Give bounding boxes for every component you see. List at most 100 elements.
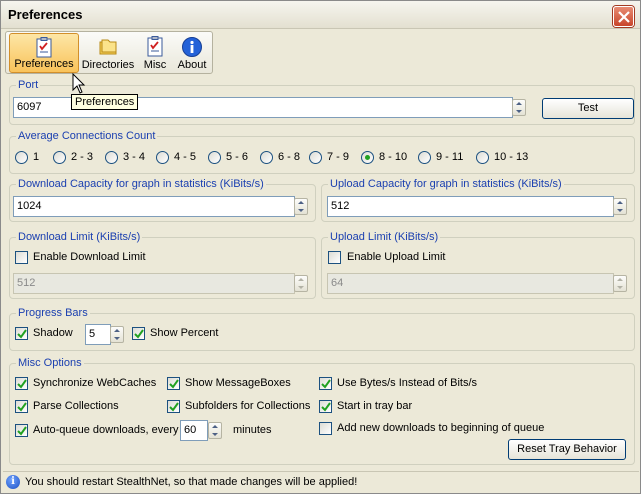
auto-queue-label: Auto-queue downloads, every [33,424,179,436]
radio-label: 10 - 13 [494,151,529,163]
minutes-label: minutes [233,424,272,436]
radio-conn-7-9[interactable] [309,151,322,164]
shadow-spinner[interactable] [110,326,124,343]
download-limit-input[interactable]: 512 [13,273,295,294]
radio-label: 7 - 9 [327,151,350,163]
check-icon [169,402,179,412]
bytes-checkbox[interactable] [319,377,332,390]
download-limit-legend: Download Limit (KiBits/s) [16,230,143,244]
toolbar-directories-button[interactable]: Directories [80,33,136,73]
upload-capacity-group: Upload Capacity for graph in statistics … [321,177,635,222]
radio-label: 5 - 6 [226,151,249,163]
tooltip: Preferences [71,94,139,110]
radio-label: 9 - 11 [436,151,464,163]
misc-options-group: Misc Options Synchronize WebCaches Parse… [9,356,635,465]
download-limit-spinner[interactable] [294,275,308,292]
upload-limit-input[interactable]: 64 [327,273,614,294]
progress-bars-legend: Progress Bars [16,306,90,320]
enable-download-limit-checkbox[interactable] [15,251,28,264]
show-percent-checkbox[interactable] [132,327,145,340]
check-icon [321,379,331,389]
info-icon: i [6,475,20,489]
subfolders-label: Subfolders for Collections [185,400,311,412]
radio-label: 1 [33,151,40,163]
radio-conn-8-10[interactable] [361,151,374,164]
reset-tray-button[interactable]: Reset Tray Behavior [508,439,626,460]
tray-label: Start in tray bar [337,400,413,412]
sync-webcaches-checkbox[interactable] [15,377,28,390]
toolbar-about-button[interactable]: About [173,33,211,73]
close-button[interactable] [613,6,634,27]
show-percent-label: Show Percent [150,327,219,339]
connections-legend: Average Connections Count [16,129,158,143]
check-icon [134,329,144,339]
misc-options-legend: Misc Options [16,356,84,370]
shadow-input[interactable]: 5 [85,324,111,345]
upload-capacity-legend: Upload Capacity for graph in statistics … [328,177,564,191]
check-icon [17,329,27,339]
checklist-icon [147,36,163,57]
toolbar-item-label: Directories [81,59,135,71]
radio-conn-3-4[interactable] [105,151,118,164]
radio-label: 2 - 3 [71,151,94,163]
port-legend: Port [16,78,41,92]
test-button[interactable]: Test [542,98,634,119]
parse-collections-checkbox[interactable] [15,400,28,413]
upload-limit-spinner[interactable] [613,275,627,292]
download-capacity-legend: Download Capacity for graph in statistic… [16,177,266,191]
toolbar-item-label: About [177,59,207,71]
shadow-label: Shadow [33,327,73,339]
radio-conn-10-13[interactable] [476,151,489,164]
enable-upload-limit-checkbox[interactable] [328,251,341,264]
connections-group: Average Connections Count 1 2 - 3 3 - 4 … [9,129,635,174]
parse-collections-label: Parse Collections [33,400,119,412]
title-bar: Preferences [1,1,640,29]
radio-label: 6 - 8 [278,151,301,163]
progress-bars-group: Progress Bars Shadow 5 Show Percent [9,306,635,351]
folder-icon [99,39,117,55]
bytes-label: Use Bytes/s Instead of Bits/s [337,377,478,389]
window-title: Preferences [8,7,83,22]
radio-conn-5-6[interactable] [208,151,221,164]
mouse-cursor-icon [72,73,86,94]
radio-conn-9-11[interactable] [418,151,431,164]
add-downloads-checkbox[interactable] [319,422,332,435]
toolbar-item-label: Misc [143,59,167,71]
download-capacity-group: Download Capacity for graph in statistic… [9,177,316,222]
download-capacity-input[interactable]: 1024 [13,196,295,217]
tray-checkbox[interactable] [319,400,332,413]
subfolders-checkbox[interactable] [167,400,180,413]
toolbar-misc-button[interactable]: Misc [138,33,172,73]
enable-download-limit-label: Enable Download Limit [33,251,146,263]
radio-conn-2-3[interactable] [53,151,66,164]
info-icon [182,37,202,57]
radio-label: 8 - 10 [379,151,408,163]
check-icon [17,402,27,412]
port-spinner[interactable] [512,99,526,116]
radio-conn-1[interactable] [15,151,28,164]
auto-queue-checkbox[interactable] [15,424,28,437]
toolbar-preferences-button[interactable]: Preferences [9,33,79,73]
download-capacity-spinner[interactable] [294,198,308,215]
auto-queue-input[interactable]: 60 [180,420,208,441]
radio-label: 3 - 4 [123,151,146,163]
check-icon [17,379,27,389]
shadow-checkbox[interactable] [15,327,28,340]
upload-capacity-input[interactable]: 512 [327,196,614,217]
toolbar-item-label: Preferences [14,58,74,70]
check-icon [169,379,179,389]
radio-label: 4 - 5 [174,151,197,163]
upload-capacity-spinner[interactable] [613,198,627,215]
show-messageboxes-checkbox[interactable] [167,377,180,390]
check-icon [321,402,331,412]
checklist-icon [36,37,52,58]
preferences-window: Preferences Preferences Directories Misc… [0,0,641,494]
upload-limit-group: Upload Limit (KiBits/s) Enable Upload Li… [321,230,635,299]
toolbar: Preferences Directories Misc About [5,31,213,74]
sync-webcaches-label: Synchronize WebCaches [33,377,157,389]
radio-conn-4-5[interactable] [156,151,169,164]
show-messageboxes-label: Show MessageBoxes [185,377,291,389]
status-bar: i You should restart StealthNet, so that… [3,471,639,491]
radio-conn-6-8[interactable] [260,151,273,164]
auto-queue-spinner[interactable] [208,422,222,439]
